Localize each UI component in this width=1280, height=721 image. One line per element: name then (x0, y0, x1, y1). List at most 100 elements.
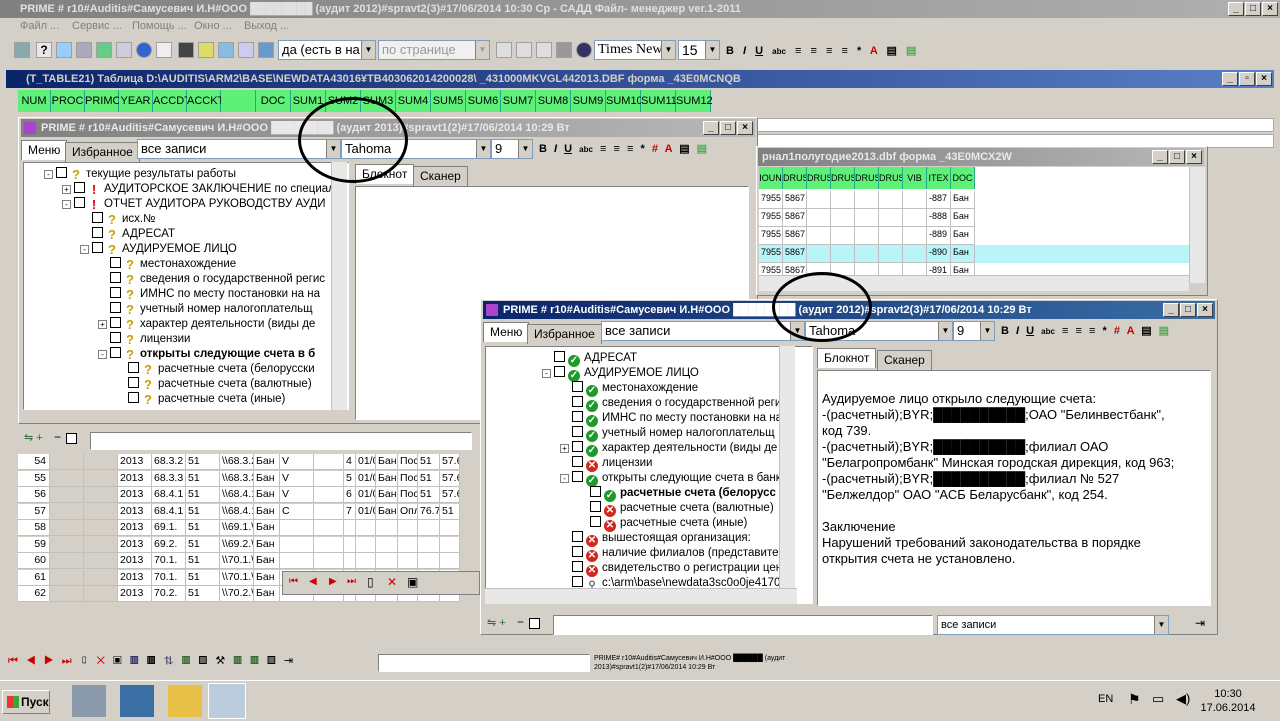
table-cell[interactable] (314, 487, 344, 503)
tree-checkbox[interactable] (74, 197, 85, 208)
tree-item[interactable]: ✓ расчетные счета (белорусс (578, 486, 776, 502)
menu-help[interactable]: Помощь ... (132, 18, 187, 35)
table-cell[interactable]: 51 (186, 586, 220, 602)
minimize-button[interactable]: _ (703, 121, 719, 135)
filter-icon[interactable]: ▤ (198, 655, 207, 667)
align-center-icon[interactable]: ≡ (614, 143, 620, 155)
table-cell[interactable] (280, 536, 314, 553)
column-header[interactable]: IOUN (759, 167, 783, 189)
chevron-down-icon[interactable]: ▼ (361, 41, 375, 59)
table-cell[interactable]: 2013 (118, 470, 152, 487)
column-header[interactable] (221, 90, 256, 112)
table-cell[interactable]: 70.1. (152, 569, 186, 586)
table-cell[interactable] (84, 470, 118, 487)
table-cell[interactable]: 01/0 (356, 454, 376, 470)
table-cell[interactable]: 59 (18, 536, 50, 553)
table-cell[interactable] (84, 454, 118, 470)
tree-item[interactable]: ? расчетные счета (иные) (116, 392, 285, 407)
table-cell[interactable]: Банк (376, 503, 398, 520)
tools-icon[interactable]: ⚒ (215, 655, 225, 667)
table-cell[interactable]: 2013 (118, 487, 152, 503)
tree-checkbox[interactable] (554, 366, 565, 377)
asterisk-icon[interactable]: * (1102, 325, 1106, 337)
table-cell[interactable] (440, 520, 460, 536)
column-header[interactable]: ACCKTIDR (187, 90, 243, 112)
tree-item[interactable]: ? расчетные счета (валютные) (116, 377, 312, 392)
table-cell[interactable]: Бан (951, 227, 975, 245)
table-cell[interactable]: 7955 (759, 245, 783, 263)
tree-item[interactable]: +! АУДИТОРСКОЕ ЗАКЛЮЧЕНИЕ по специал (62, 182, 335, 197)
expand-icon[interactable]: + (62, 185, 71, 194)
table-cell[interactable] (314, 520, 344, 536)
table-cell[interactable]: 5867 (783, 245, 807, 263)
size-select[interactable]: 9 ▼ (491, 139, 533, 159)
menu-service[interactable]: Сервис ... (72, 18, 122, 35)
table-cell[interactable]: 62 (18, 586, 50, 602)
table-cell[interactable] (855, 191, 879, 209)
table-cell[interactable]: 2013 (118, 520, 152, 536)
table-cell[interactable]: 2013 (118, 586, 152, 602)
table-cell[interactable] (418, 553, 440, 569)
table-cell[interactable] (84, 503, 118, 520)
search-field[interactable] (90, 432, 472, 450)
color-icon[interactable]: A (870, 45, 878, 57)
tab-favorites[interactable]: Избранное (527, 324, 602, 344)
table-cell[interactable]: 69.2. (152, 536, 186, 553)
table-cell[interactable] (50, 520, 84, 536)
tree-item[interactable]: - ✓ АУДИРУЕМОЕ ЛИЦО (542, 366, 699, 382)
table-cell[interactable]: 68.4.1 (152, 487, 186, 503)
justify-icon[interactable]: ≡ (1089, 325, 1095, 337)
table-cell[interactable]: 6 (344, 487, 356, 503)
table-cell[interactable] (280, 520, 314, 536)
taskbar-app-3[interactable] (168, 685, 202, 717)
table-cell[interactable]: 51 (418, 454, 440, 470)
sort-icon[interactable]: ⇅ (164, 655, 174, 667)
table-cell[interactable]: 68.3.3 (152, 470, 186, 487)
print-icon[interactable]: ▤ (1141, 325, 1151, 337)
close-button[interactable]: × (1186, 150, 1202, 164)
checkbox[interactable] (66, 433, 77, 444)
bold-button[interactable]: B (1001, 325, 1009, 337)
table-cell[interactable] (398, 553, 418, 569)
column-header[interactable]: DRUS (831, 167, 855, 189)
column-header[interactable]: SUM11 (641, 90, 677, 112)
tree-checkbox[interactable] (110, 332, 121, 343)
table-cell[interactable] (84, 586, 118, 602)
fill-icon[interactable]: ▤ (697, 143, 707, 155)
minimize-button[interactable]: _ (1152, 150, 1168, 164)
tool-icon-1[interactable] (14, 42, 30, 58)
tree-checkbox[interactable] (572, 426, 583, 437)
table-cell[interactable] (807, 227, 831, 245)
tree-item[interactable]: ✕ расчетные счета (валютные) (578, 501, 774, 517)
save-icon[interactable]: ▣ (113, 655, 122, 667)
table-cell[interactable]: 69.1. (152, 520, 186, 536)
font-select[interactable]: Times New ▼ (594, 40, 676, 60)
tree-item[interactable]: ✓ учетный номер налогоплательщ (560, 426, 775, 442)
tree-checkbox[interactable] (92, 242, 103, 253)
column-header[interactable]: ITEX (927, 167, 951, 189)
tab-menu[interactable]: Меню (21, 140, 68, 160)
table-cell[interactable]: Бан (254, 536, 280, 553)
table-cell[interactable] (356, 536, 376, 553)
table-cell[interactable] (831, 209, 855, 227)
export-icon[interactable]: ▤ (267, 655, 276, 667)
column-header[interactable]: SUM9 (571, 90, 606, 112)
collapse-icon[interactable]: - (542, 369, 551, 378)
collapse-icon[interactable]: - (560, 474, 569, 483)
fill-icon[interactable]: ▤ (906, 45, 916, 57)
chart-icon[interactable]: ▦ (233, 655, 242, 667)
tree-checkbox[interactable] (572, 576, 583, 587)
minimize-button[interactable]: _ (1163, 303, 1179, 317)
table-cell[interactable]: 57.6 (440, 487, 460, 503)
table-icon[interactable] (56, 42, 72, 58)
table-cell[interactable] (831, 227, 855, 245)
tree-item[interactable]: ✕ расчетные счета (иные) (578, 516, 747, 532)
table-cell[interactable] (50, 536, 84, 553)
collapse-icon[interactable]: - (44, 170, 53, 179)
tree-checkbox[interactable] (590, 486, 601, 497)
print-icon[interactable]: ▤ (887, 45, 897, 57)
calc-icon[interactable] (76, 42, 92, 58)
tree-checkbox[interactable] (572, 456, 583, 467)
prev-record-icon[interactable]: ◀ (309, 576, 317, 587)
table-cell[interactable] (356, 553, 376, 569)
